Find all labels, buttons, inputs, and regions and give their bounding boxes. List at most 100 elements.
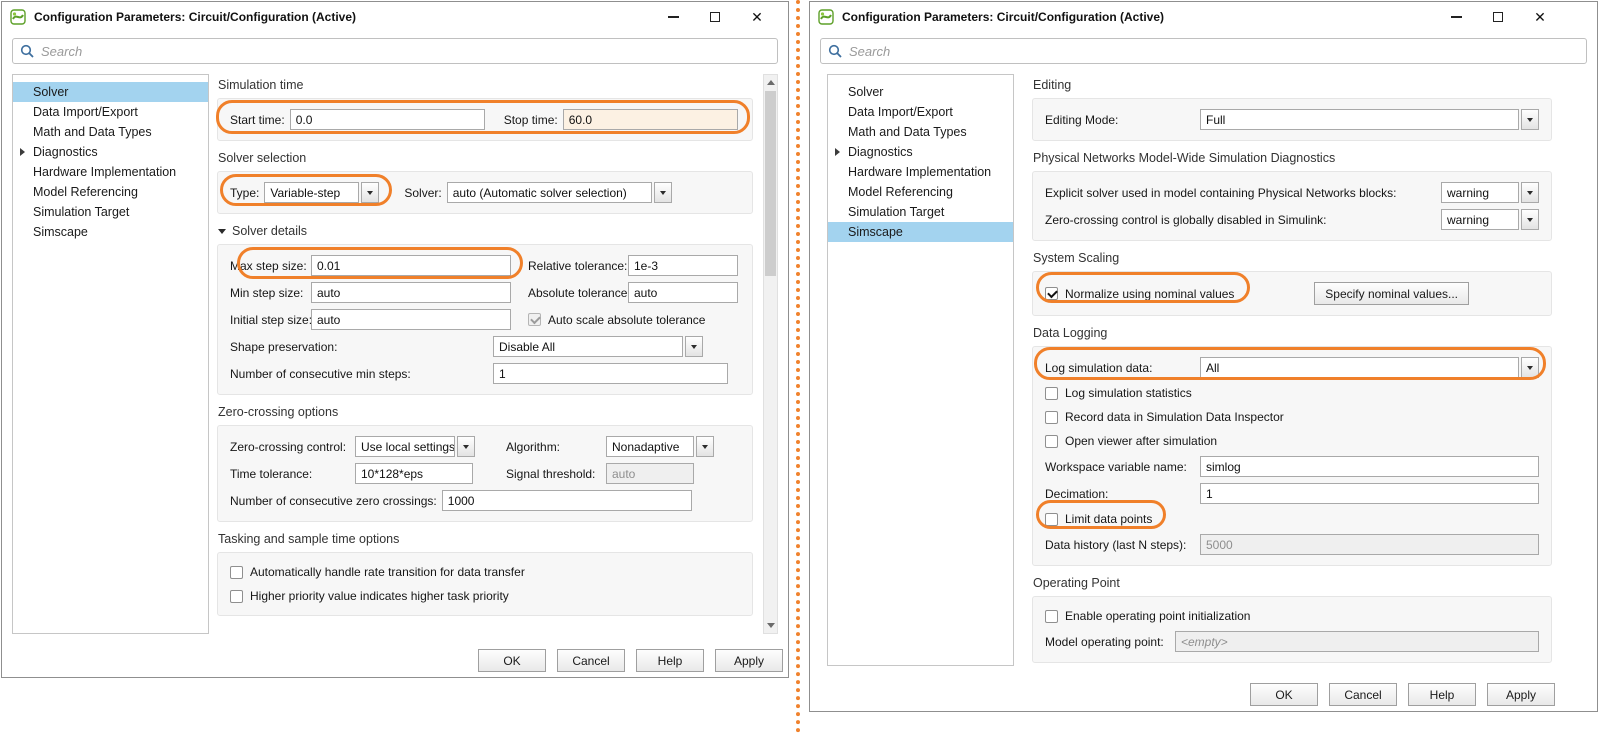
vertical-scrollbar[interactable] [763, 74, 778, 634]
editing-mode-dropdown[interactable]: Full [1200, 109, 1539, 130]
zero-crossing-control-dropdown[interactable]: Use local settings [355, 436, 475, 457]
sidebar-item-simscape[interactable]: Simscape [13, 222, 208, 242]
min-step-field[interactable]: auto [311, 282, 511, 303]
algorithm-dropdown[interactable]: Nonadaptive [606, 436, 714, 457]
chevron-down-icon[interactable] [1521, 357, 1539, 378]
close-icon: ✕ [751, 10, 763, 24]
checkbox-label: Normalize using nominal values [1065, 287, 1234, 301]
section-heading-tasking: Tasking and sample time options [218, 532, 753, 547]
help-button[interactable]: Help [636, 649, 704, 672]
sidebar-item-simulation-target[interactable]: Simulation Target [828, 202, 1013, 222]
sidebar-item-math-and-data-types[interactable]: Math and Data Types [13, 122, 208, 142]
sidebar-item-hardware-implementation[interactable]: Hardware Implementation [13, 162, 208, 182]
sidebar-item-hardware-implementation[interactable]: Hardware Implementation [828, 162, 1013, 182]
category-sidebar: Solver Data Import/Export Math and Data … [827, 74, 1014, 666]
close-button[interactable]: ✕ [736, 2, 778, 32]
collapse-icon[interactable] [218, 229, 226, 234]
checkbox-icon [528, 313, 541, 326]
tasking-group: Automatically handle rate transition for… [217, 552, 753, 616]
simscape-pane: Editing Editing Mode: Full Physical Netw… [1032, 68, 1552, 663]
search-input[interactable]: Search [12, 38, 778, 64]
chevron-down-icon[interactable] [457, 436, 475, 457]
consecutive-zero-crossings-field[interactable]: 1000 [442, 490, 692, 511]
sidebar-item-diagnostics[interactable]: Diagnostics [13, 142, 208, 162]
decimation-field[interactable]: 1 [1200, 483, 1539, 504]
scrollbar-thumb[interactable] [765, 91, 776, 276]
maximize-button[interactable] [694, 2, 736, 32]
search-placeholder: Search [849, 44, 890, 59]
minimize-button[interactable] [652, 2, 694, 32]
stop-time-field[interactable]: 60.0 [563, 109, 738, 130]
sidebar-item-data-import-export[interactable]: Data Import/Export [828, 102, 1013, 122]
chevron-down-icon[interactable] [1521, 209, 1539, 230]
sidebar-item-simulation-target[interactable]: Simulation Target [13, 202, 208, 222]
minimize-button[interactable] [1435, 2, 1477, 32]
section-heading-simulation-time: Simulation time [218, 78, 753, 93]
consecutive-min-steps-field[interactable]: 1 [493, 363, 728, 384]
explicit-solver-label: Explicit solver used in model containing… [1045, 186, 1436, 200]
start-time-field[interactable]: 0.0 [290, 109, 485, 130]
ok-button[interactable]: OK [1250, 683, 1318, 706]
enable-operating-point-checkbox[interactable]: Enable operating point initialization [1045, 607, 1539, 625]
category-sidebar: Solver Data Import/Export Math and Data … [12, 74, 209, 634]
record-data-inspector-checkbox[interactable]: Record data in Simulation Data Inspector [1045, 408, 1539, 426]
relative-tolerance-field[interactable]: 1e-3 [628, 255, 738, 276]
apply-button[interactable]: Apply [1487, 683, 1555, 706]
consecutive-min-steps-label: Number of consecutive min steps: [230, 367, 488, 381]
sidebar-item-model-referencing[interactable]: Model Referencing [13, 182, 208, 202]
ok-button[interactable]: OK [478, 649, 546, 672]
expand-icon[interactable] [20, 148, 25, 156]
sidebar-item-model-referencing[interactable]: Model Referencing [828, 182, 1013, 202]
rate-transition-checkbox[interactable]: Automatically handle rate transition for… [230, 563, 740, 581]
max-step-field[interactable]: 0.01 [311, 255, 511, 276]
sidebar-item-label: Hardware Implementation [33, 165, 176, 179]
cancel-button[interactable]: Cancel [557, 649, 625, 672]
start-time-label: Start time: [230, 113, 285, 127]
initial-step-label: Initial step size: [230, 313, 306, 327]
signal-threshold-label: Signal threshold: [506, 467, 601, 481]
time-tolerance-field[interactable]: 10*128*eps [355, 463, 473, 484]
sidebar-item-data-import-export[interactable]: Data Import/Export [13, 102, 208, 122]
close-button[interactable]: ✕ [1519, 2, 1561, 32]
higher-priority-checkbox[interactable]: Higher priority value indicates higher t… [230, 587, 740, 605]
scroll-up-button[interactable] [764, 75, 777, 90]
maximize-button[interactable] [1477, 2, 1519, 32]
normalize-nominal-checkbox[interactable]: Normalize using nominal values [1045, 285, 1234, 303]
decimation-row: Decimation: 1 [1045, 483, 1539, 504]
log-statistics-checkbox[interactable]: Log simulation statistics [1045, 384, 1539, 402]
type-dropdown[interactable]: Variable-step [264, 182, 379, 203]
section-heading-solver-details[interactable]: Solver details [218, 224, 753, 239]
log-simulation-data-dropdown[interactable]: All [1200, 357, 1539, 378]
workspace-variable-field[interactable]: simlog [1200, 456, 1539, 477]
time-tolerance-row: Time tolerance: 10*128*eps Signal thresh… [230, 463, 740, 484]
sidebar-item-math-and-data-types[interactable]: Math and Data Types [828, 122, 1013, 142]
chevron-down-icon[interactable] [685, 336, 703, 357]
open-viewer-checkbox[interactable]: Open viewer after simulation [1045, 432, 1539, 450]
apply-button[interactable]: Apply [715, 649, 783, 672]
sidebar-item-diagnostics[interactable]: Diagnostics [828, 142, 1013, 162]
auto-scale-checkbox[interactable]: Auto scale absolute tolerance [528, 311, 705, 329]
explicit-solver-dropdown[interactable]: warning [1441, 182, 1539, 203]
scroll-down-button[interactable] [764, 618, 777, 633]
help-button[interactable]: Help [1408, 683, 1476, 706]
absolute-tolerance-field[interactable]: auto [628, 282, 738, 303]
window-controls: ✕ [652, 2, 778, 32]
sidebar-item-solver[interactable]: Solver [13, 82, 208, 102]
zero-crossing-disabled-dropdown[interactable]: warning [1441, 209, 1539, 230]
expand-icon[interactable] [835, 148, 840, 156]
cancel-button[interactable]: Cancel [1329, 683, 1397, 706]
chevron-down-icon[interactable] [1521, 182, 1539, 203]
chevron-down-icon[interactable] [654, 182, 672, 203]
limit-data-points-checkbox[interactable]: Limit data points [1045, 510, 1539, 528]
arrow-down-icon [767, 623, 775, 628]
chevron-down-icon[interactable] [361, 182, 379, 203]
specify-nominal-values-button[interactable]: Specify nominal values... [1314, 282, 1469, 305]
sidebar-item-simscape[interactable]: Simscape [828, 222, 1013, 242]
initial-step-field[interactable]: auto [311, 309, 511, 330]
solver-dropdown[interactable]: auto (Automatic solver selection) [447, 182, 672, 203]
search-input[interactable]: Search [820, 38, 1587, 64]
chevron-down-icon[interactable] [696, 436, 714, 457]
chevron-down-icon[interactable] [1521, 109, 1539, 130]
shape-preservation-dropdown[interactable]: Disable All [493, 336, 703, 357]
sidebar-item-solver[interactable]: Solver [828, 82, 1013, 102]
